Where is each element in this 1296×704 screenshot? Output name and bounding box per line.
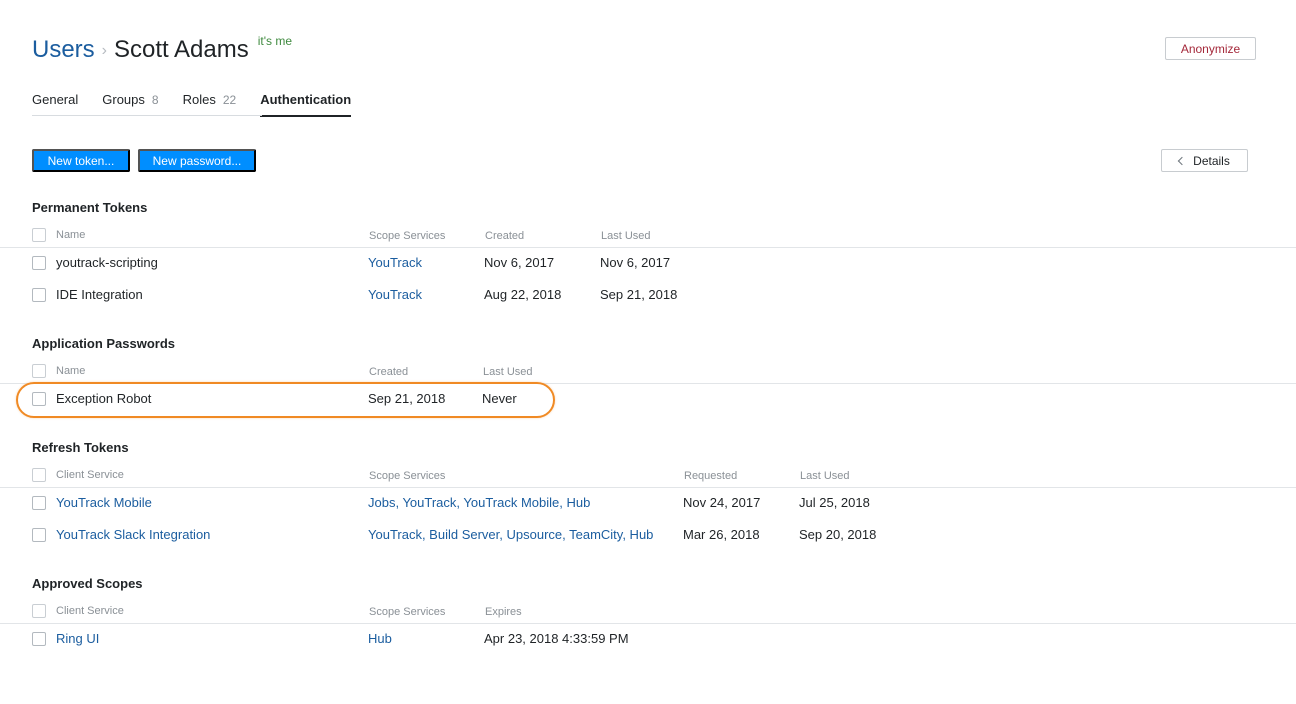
requested-date: Mar 26, 2018 — [683, 527, 760, 542]
column-header[interactable]: Last Used — [483, 362, 533, 382]
column-header[interactable]: Name — [56, 361, 85, 381]
scope-link[interactable]: Hub — [368, 629, 392, 649]
row-checkbox[interactable] — [32, 632, 46, 646]
table-header: Name Scope Services Created Last Used — [0, 225, 1296, 245]
scope-link[interactable]: YouTrack — [368, 285, 422, 305]
table-header: Client Service Scope Services Requested … — [0, 465, 1296, 485]
column-header[interactable]: Expires — [485, 602, 522, 622]
table-header: Client Service Scope Services Expires — [0, 601, 1296, 621]
client-service-link[interactable]: YouTrack Mobile — [56, 493, 152, 513]
tab-count: 8 — [151, 93, 159, 107]
tab-label: Groups — [102, 92, 145, 107]
section-title-application-passwords: Application Passwords — [32, 336, 176, 351]
column-header: Scope Services — [369, 470, 446, 482]
last-used-date: Sep 21, 2018 — [600, 287, 678, 302]
column-header: Scope Services — [369, 606, 446, 618]
column-header[interactable]: Created — [485, 226, 524, 246]
breadcrumb-chevron-icon: › — [101, 42, 107, 59]
select-all-checkbox[interactable] — [32, 468, 46, 482]
section-title-permanent-tokens: Permanent Tokens — [32, 200, 148, 215]
token-name: youtrack-scripting — [56, 255, 158, 270]
tab-authentication[interactable]: Authentication — [260, 92, 352, 117]
row-checkbox[interactable] — [32, 528, 46, 542]
table-header: Name Created Last Used — [0, 361, 1296, 381]
scope-links[interactable]: Jobs, YouTrack, YouTrack Mobile, Hub — [368, 493, 590, 513]
column-header[interactable]: Client Service — [56, 601, 124, 621]
created-date: Aug 22, 2018 — [484, 287, 562, 302]
tab-label: Authentication — [260, 92, 352, 107]
tab-groups[interactable]: Groups 8 — [102, 92, 158, 117]
scope-links[interactable]: YouTrack, Build Server, Upsource, TeamCi… — [368, 525, 653, 545]
column-header[interactable]: Name — [56, 225, 85, 245]
divider — [0, 487, 1296, 488]
tab-general[interactable]: General — [32, 92, 78, 117]
row-checkbox[interactable] — [32, 256, 46, 270]
row-checkbox[interactable] — [32, 496, 46, 510]
requested-date: Nov 24, 2017 — [683, 495, 761, 510]
column-header[interactable]: Last Used — [800, 466, 850, 486]
divider — [0, 623, 1296, 624]
token-name: IDE Integration — [56, 287, 143, 302]
section-title-approved-scopes: Approved Scopes — [32, 576, 143, 591]
column-header[interactable]: Created — [369, 362, 408, 382]
table-row[interactable]: IDE Integration YouTrack Aug 22, 2018 Se… — [0, 285, 1296, 305]
created-date: Nov 6, 2017 — [484, 255, 555, 270]
new-token-button[interactable]: New token... — [32, 149, 130, 172]
scope-link[interactable]: YouTrack — [368, 253, 422, 273]
tab-count: 22 — [222, 93, 237, 107]
select-all-checkbox[interactable] — [32, 228, 46, 242]
tab-label: Roles — [182, 92, 216, 107]
select-all-checkbox[interactable] — [32, 604, 46, 618]
tabs-divider — [32, 115, 262, 116]
tab-bar: General Groups 8 Roles 22 Authentication — [32, 92, 352, 117]
anonymize-button[interactable]: Anonymize — [1165, 37, 1256, 60]
last-used-date: Sep 20, 2018 — [799, 527, 877, 542]
section-title-refresh-tokens: Refresh Tokens — [32, 440, 129, 455]
new-password-button[interactable]: New password... — [138, 149, 256, 172]
breadcrumb-users-link[interactable]: Users — [32, 36, 95, 64]
tab-label: General — [32, 92, 79, 107]
column-header[interactable]: Last Used — [601, 226, 651, 246]
table-row[interactable]: YouTrack Slack Integration YouTrack, Bui… — [0, 525, 1296, 545]
table-row[interactable]: YouTrack Mobile Jobs, YouTrack, YouTrack… — [0, 493, 1296, 513]
last-used-date: Nov 6, 2017 — [600, 255, 671, 270]
details-label: Details — [1193, 153, 1230, 168]
client-service-link[interactable]: Ring UI — [56, 629, 99, 649]
client-service-link[interactable]: YouTrack Slack Integration — [56, 525, 210, 545]
its-me-badge: it's me — [257, 34, 293, 48]
expires-date: Apr 23, 2018 4:33:59 PM — [484, 631, 629, 646]
breadcrumb: Users › Scott Adams it's me — [32, 34, 293, 64]
page-title: Scott Adams — [114, 36, 249, 63]
chevron-left-icon — [1177, 156, 1187, 165]
table-row[interactable]: Ring UI Hub Apr 23, 2018 4:33:59 PM — [0, 629, 1296, 649]
column-header[interactable]: Client Service — [56, 465, 124, 485]
divider — [0, 247, 1296, 248]
tab-roles[interactable]: Roles 22 — [183, 92, 237, 117]
select-all-checkbox[interactable] — [32, 364, 46, 378]
column-header[interactable]: Requested — [684, 466, 737, 486]
details-button[interactable]: Details — [1161, 149, 1248, 172]
table-row[interactable]: youtrack-scripting YouTrack Nov 6, 2017 … — [0, 253, 1296, 273]
row-checkbox[interactable] — [32, 288, 46, 302]
column-header: Scope Services — [369, 230, 446, 242]
last-used-date: Jul 25, 2018 — [799, 495, 870, 510]
highlight-outline — [16, 382, 555, 418]
